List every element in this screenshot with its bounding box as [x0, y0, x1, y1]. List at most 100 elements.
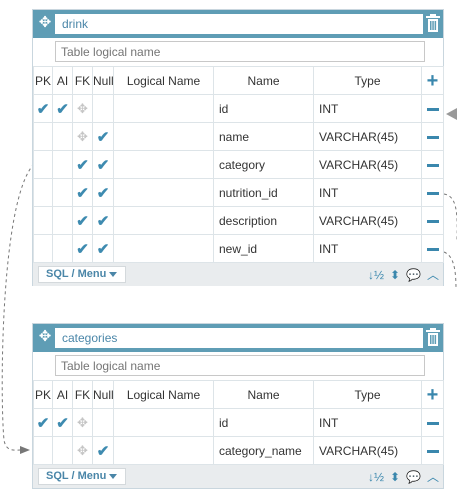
collapse-up-icon[interactable]: ︿: [427, 268, 439, 282]
column-type-cell[interactable]: VARCHAR(45): [313, 206, 422, 235]
column-name-cell[interactable]: nutrition_id: [213, 178, 314, 207]
move-icon[interactable]: ✥: [36, 328, 54, 346]
add-column-button[interactable]: +: [421, 66, 444, 95]
column-name-cell[interactable]: description: [213, 206, 314, 235]
fk-cell[interactable]: ✔: [72, 178, 93, 207]
column-type-cell[interactable]: INT: [313, 178, 422, 207]
pk-cell[interactable]: [33, 150, 53, 179]
fk-cell[interactable]: ✥: [72, 122, 93, 151]
column-row[interactable]: ✔ ✔ category VARCHAR(45): [33, 150, 444, 179]
remove-column-button[interactable]: [421, 178, 444, 207]
ai-cell[interactable]: [52, 206, 73, 235]
fk-cell[interactable]: ✥: [72, 408, 93, 437]
column-name-cell[interactable]: category_name: [213, 436, 314, 465]
ai-cell[interactable]: [52, 178, 73, 207]
trash-icon[interactable]: [425, 13, 441, 33]
ai-cell[interactable]: ✔: [52, 94, 73, 123]
column-row[interactable]: ✔ ✔ new_id INT: [33, 234, 444, 263]
fk-cell[interactable]: ✔: [72, 150, 93, 179]
null-cell[interactable]: ✔: [92, 150, 114, 179]
drag-handle-icon[interactable]: ✥: [77, 101, 88, 116]
table-name-input[interactable]: [55, 328, 423, 348]
column-name-cell[interactable]: name: [213, 122, 314, 151]
add-column-button[interactable]: +: [421, 380, 444, 409]
sql-menu-button[interactable]: SQL / Menu: [38, 468, 126, 485]
null-cell[interactable]: ✔: [92, 234, 114, 263]
pk-cell[interactable]: [33, 206, 53, 235]
remove-column-button[interactable]: [421, 234, 444, 263]
column-name-cell[interactable]: id: [213, 408, 314, 437]
column-type-cell[interactable]: INT: [313, 234, 422, 263]
comment-icon[interactable]: 💬: [406, 470, 421, 484]
sort-numeric-icon[interactable]: ↓½: [368, 268, 384, 282]
column-logical-cell[interactable]: [113, 94, 214, 123]
sql-menu-button[interactable]: SQL / Menu: [38, 266, 126, 283]
null-cell[interactable]: [92, 94, 114, 123]
ai-cell[interactable]: [52, 122, 73, 151]
column-row[interactable]: ✥ ✔ name VARCHAR(45): [33, 122, 444, 151]
table-footer: SQL / Menu ↓½ ⬍ 💬 ︿: [33, 263, 443, 286]
collapse-up-icon[interactable]: ︿: [427, 470, 439, 484]
column-row[interactable]: ✔ ✔ ✥ id INT: [33, 94, 444, 123]
pk-cell[interactable]: [33, 436, 53, 465]
null-cell[interactable]: ✔: [92, 436, 114, 465]
pk-cell[interactable]: [33, 234, 53, 263]
column-logical-cell[interactable]: [113, 150, 214, 179]
trash-icon[interactable]: [425, 327, 441, 347]
drag-handle-icon[interactable]: ✥: [77, 415, 88, 430]
table-logical-name-input[interactable]: [55, 355, 425, 376]
column-logical-cell[interactable]: [113, 234, 214, 263]
column-name-cell[interactable]: new_id: [213, 234, 314, 263]
remove-column-button[interactable]: [421, 436, 444, 465]
ai-cell[interactable]: [52, 234, 73, 263]
fk-cell[interactable]: ✥: [72, 94, 93, 123]
ai-cell[interactable]: ✔: [52, 408, 73, 437]
column-logical-cell[interactable]: [113, 178, 214, 207]
column-name-cell[interactable]: category: [213, 150, 314, 179]
comment-icon[interactable]: 💬: [406, 268, 421, 282]
column-row[interactable]: ✔ ✔ description VARCHAR(45): [33, 206, 444, 235]
table-name-input[interactable]: [55, 14, 423, 34]
null-cell[interactable]: [92, 408, 114, 437]
null-cell[interactable]: ✔: [92, 122, 114, 151]
remove-column-button[interactable]: [421, 408, 444, 437]
column-logical-cell[interactable]: [113, 408, 214, 437]
fk-cell[interactable]: ✥: [72, 436, 93, 465]
column-row[interactable]: ✔ ✔ ✥ id INT: [33, 408, 444, 437]
column-logical-cell[interactable]: [113, 206, 214, 235]
column-row[interactable]: ✔ ✔ nutrition_id INT: [33, 178, 444, 207]
column-type-cell[interactable]: INT: [313, 408, 422, 437]
pk-cell[interactable]: [33, 122, 53, 151]
drag-handle-icon[interactable]: ✥: [77, 129, 88, 144]
remove-column-button[interactable]: [421, 94, 444, 123]
fk-cell[interactable]: ✔: [72, 206, 93, 235]
sort-arrows-icon[interactable]: ⬍: [390, 268, 400, 282]
sort-numeric-icon[interactable]: ↓½: [368, 470, 384, 484]
ai-cell[interactable]: [52, 150, 73, 179]
column-type-cell[interactable]: VARCHAR(45): [313, 150, 422, 179]
column-name-cell[interactable]: id: [213, 94, 314, 123]
table-header: ✥: [33, 10, 443, 38]
column-logical-cell[interactable]: [113, 122, 214, 151]
column-type-cell[interactable]: VARCHAR(45): [313, 122, 422, 151]
column-type-cell[interactable]: VARCHAR(45): [313, 436, 422, 465]
pk-cell[interactable]: [33, 178, 53, 207]
column-row[interactable]: ✥ ✔ category_name VARCHAR(45): [33, 436, 444, 465]
move-icon[interactable]: ✥: [36, 14, 54, 32]
table-logical-name-input[interactable]: [55, 41, 425, 62]
column-type-cell[interactable]: INT: [313, 94, 422, 123]
column-logical-cell[interactable]: [113, 436, 214, 465]
null-cell[interactable]: ✔: [92, 178, 114, 207]
remove-column-button[interactable]: [421, 150, 444, 179]
ai-cell[interactable]: [52, 436, 73, 465]
drag-handle-icon[interactable]: ✥: [77, 443, 88, 458]
remove-column-button[interactable]: [421, 122, 444, 151]
fk-cell[interactable]: ✔: [72, 234, 93, 263]
null-cell[interactable]: ✔: [92, 206, 114, 235]
pk-cell[interactable]: ✔: [33, 408, 53, 437]
remove-column-button[interactable]: [421, 206, 444, 235]
pk-cell[interactable]: ✔: [33, 94, 53, 123]
checkmark-icon: ✔: [96, 128, 110, 146]
sort-arrows-icon[interactable]: ⬍: [390, 470, 400, 484]
chevron-down-icon: [109, 272, 117, 277]
